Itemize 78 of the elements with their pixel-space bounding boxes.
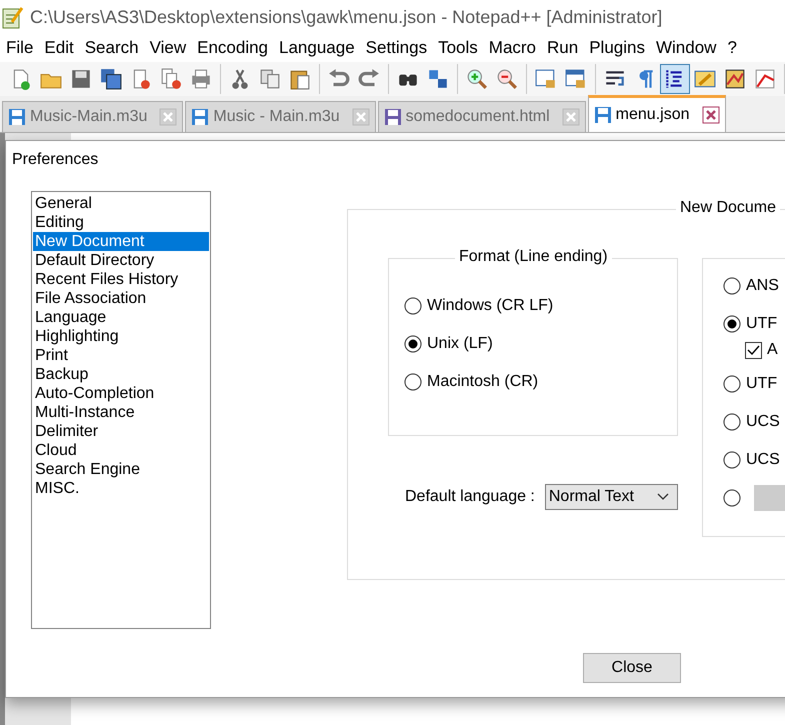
menu-item[interactable]: Language bbox=[277, 38, 364, 58]
tab-label: menu.json bbox=[616, 106, 690, 124]
radio-label: ANS bbox=[746, 277, 779, 295]
chevron-icon bbox=[657, 493, 669, 501]
radio-button[interactable] bbox=[404, 373, 422, 391]
group-title: Format (Line ending) bbox=[455, 248, 612, 266]
tab-label: Music - Main.m3u bbox=[213, 108, 340, 126]
category-item[interactable]: Cloud bbox=[33, 441, 209, 460]
input-field[interactable] bbox=[754, 485, 785, 511]
radio-button[interactable] bbox=[723, 315, 741, 333]
close-icon[interactable] bbox=[702, 106, 720, 124]
category-item[interactable]: Highlighting bbox=[33, 327, 209, 346]
radio-label: Macintosh (CR) bbox=[427, 373, 538, 391]
file-tab[interactable]: Music-Main.m3u bbox=[2, 101, 184, 132]
radio-label: UCS bbox=[746, 451, 780, 469]
tab-label: Music-Main.m3u bbox=[30, 108, 148, 126]
category-list[interactable]: General Editing New Document Default Directory Recent Files History File Association Language Highlighting Print Backup Auto-Completion Multi-Instance Delimiter Cloud Search Engine MISC. bbox=[31, 191, 211, 629]
floppies-icon bbox=[100, 68, 122, 90]
radio-button[interactable] bbox=[723, 451, 741, 469]
menu-item[interactable]: Tools bbox=[436, 38, 487, 58]
pencil-window-icon bbox=[694, 68, 716, 90]
menu-item[interactable]: Edit bbox=[42, 38, 83, 58]
zoom-out-icon bbox=[496, 68, 518, 90]
radio-label: UCS bbox=[746, 413, 780, 431]
checkbox-label: A bbox=[767, 341, 778, 359]
radio-label: UTF bbox=[746, 375, 778, 393]
category-item[interactable]: New Document bbox=[33, 232, 209, 251]
file-tab[interactable]: menu.json bbox=[588, 95, 726, 132]
copy-icon bbox=[259, 68, 281, 90]
category-item[interactable]: Delimiter bbox=[33, 422, 209, 441]
field-label: Default language : bbox=[405, 488, 535, 506]
radio-button[interactable] bbox=[723, 277, 741, 295]
category-item[interactable]: MISC. bbox=[33, 479, 209, 498]
checkbox[interactable] bbox=[745, 342, 762, 358]
menu-item[interactable]: Window bbox=[654, 38, 726, 58]
menu-item[interactable]: Plugins bbox=[587, 38, 654, 58]
radio-label: Unix (LF) bbox=[427, 335, 493, 353]
category-item[interactable]: Language bbox=[33, 308, 209, 327]
floppy-icon bbox=[70, 68, 92, 90]
menu-item[interactable]: Search bbox=[82, 38, 148, 58]
clipboard-icon bbox=[289, 68, 311, 90]
category-item[interactable]: Editing bbox=[33, 213, 209, 232]
category-item[interactable]: Backup bbox=[33, 365, 209, 384]
chart-icon bbox=[754, 68, 776, 90]
menu-item[interactable]: View bbox=[148, 38, 196, 58]
radio-button[interactable] bbox=[723, 413, 741, 431]
file-tab[interactable]: somedocument.html bbox=[378, 101, 586, 132]
radio-button[interactable] bbox=[404, 297, 422, 315]
printer-icon bbox=[190, 68, 212, 90]
category-item[interactable]: Auto-Completion bbox=[33, 384, 209, 403]
toolbar-button[interactable] bbox=[660, 64, 690, 94]
radio-label: Windows (CR LF) bbox=[427, 297, 554, 315]
menu-item[interactable]: File bbox=[4, 38, 42, 58]
radio-button[interactable] bbox=[723, 375, 741, 393]
dialog-title: Preferences bbox=[11, 150, 100, 170]
close-button[interactable]: Close bbox=[583, 653, 681, 683]
category-item[interactable]: Default Directory bbox=[33, 251, 209, 270]
tab-label: somedocument.html bbox=[406, 108, 550, 126]
category-item[interactable]: Recent Files History bbox=[33, 270, 209, 289]
file-tab[interactable]: Music - Main.m3u bbox=[185, 101, 376, 132]
close-files-icon bbox=[160, 68, 182, 90]
radio-button[interactable] bbox=[404, 335, 422, 353]
menu-item[interactable]: ? bbox=[725, 38, 746, 58]
language-dropdown[interactable]: Normal Text bbox=[544, 484, 678, 510]
category-item[interactable]: Search Engine bbox=[33, 460, 209, 479]
window-title: C:\Users\AS3\Desktop\extensions\gawk\menu.json - Notepad++ [Administrator] bbox=[30, 6, 662, 28]
category-item[interactable]: File Association bbox=[33, 289, 209, 308]
radio-button[interactable] bbox=[723, 489, 741, 507]
radio-label: UTF bbox=[746, 315, 778, 333]
category-item[interactable]: Multi-Instance bbox=[33, 403, 209, 422]
category-item[interactable]: Print bbox=[33, 346, 209, 365]
menu-item[interactable]: Macro bbox=[486, 38, 546, 58]
notepad-icon bbox=[2, 5, 24, 29]
zoom-in-icon bbox=[466, 68, 488, 90]
menu-item[interactable]: Settings bbox=[364, 38, 436, 58]
menu-item[interactable]: Run bbox=[545, 38, 588, 58]
menu-item[interactable]: Encoding bbox=[195, 38, 278, 58]
category-item[interactable]: General bbox=[33, 194, 209, 213]
